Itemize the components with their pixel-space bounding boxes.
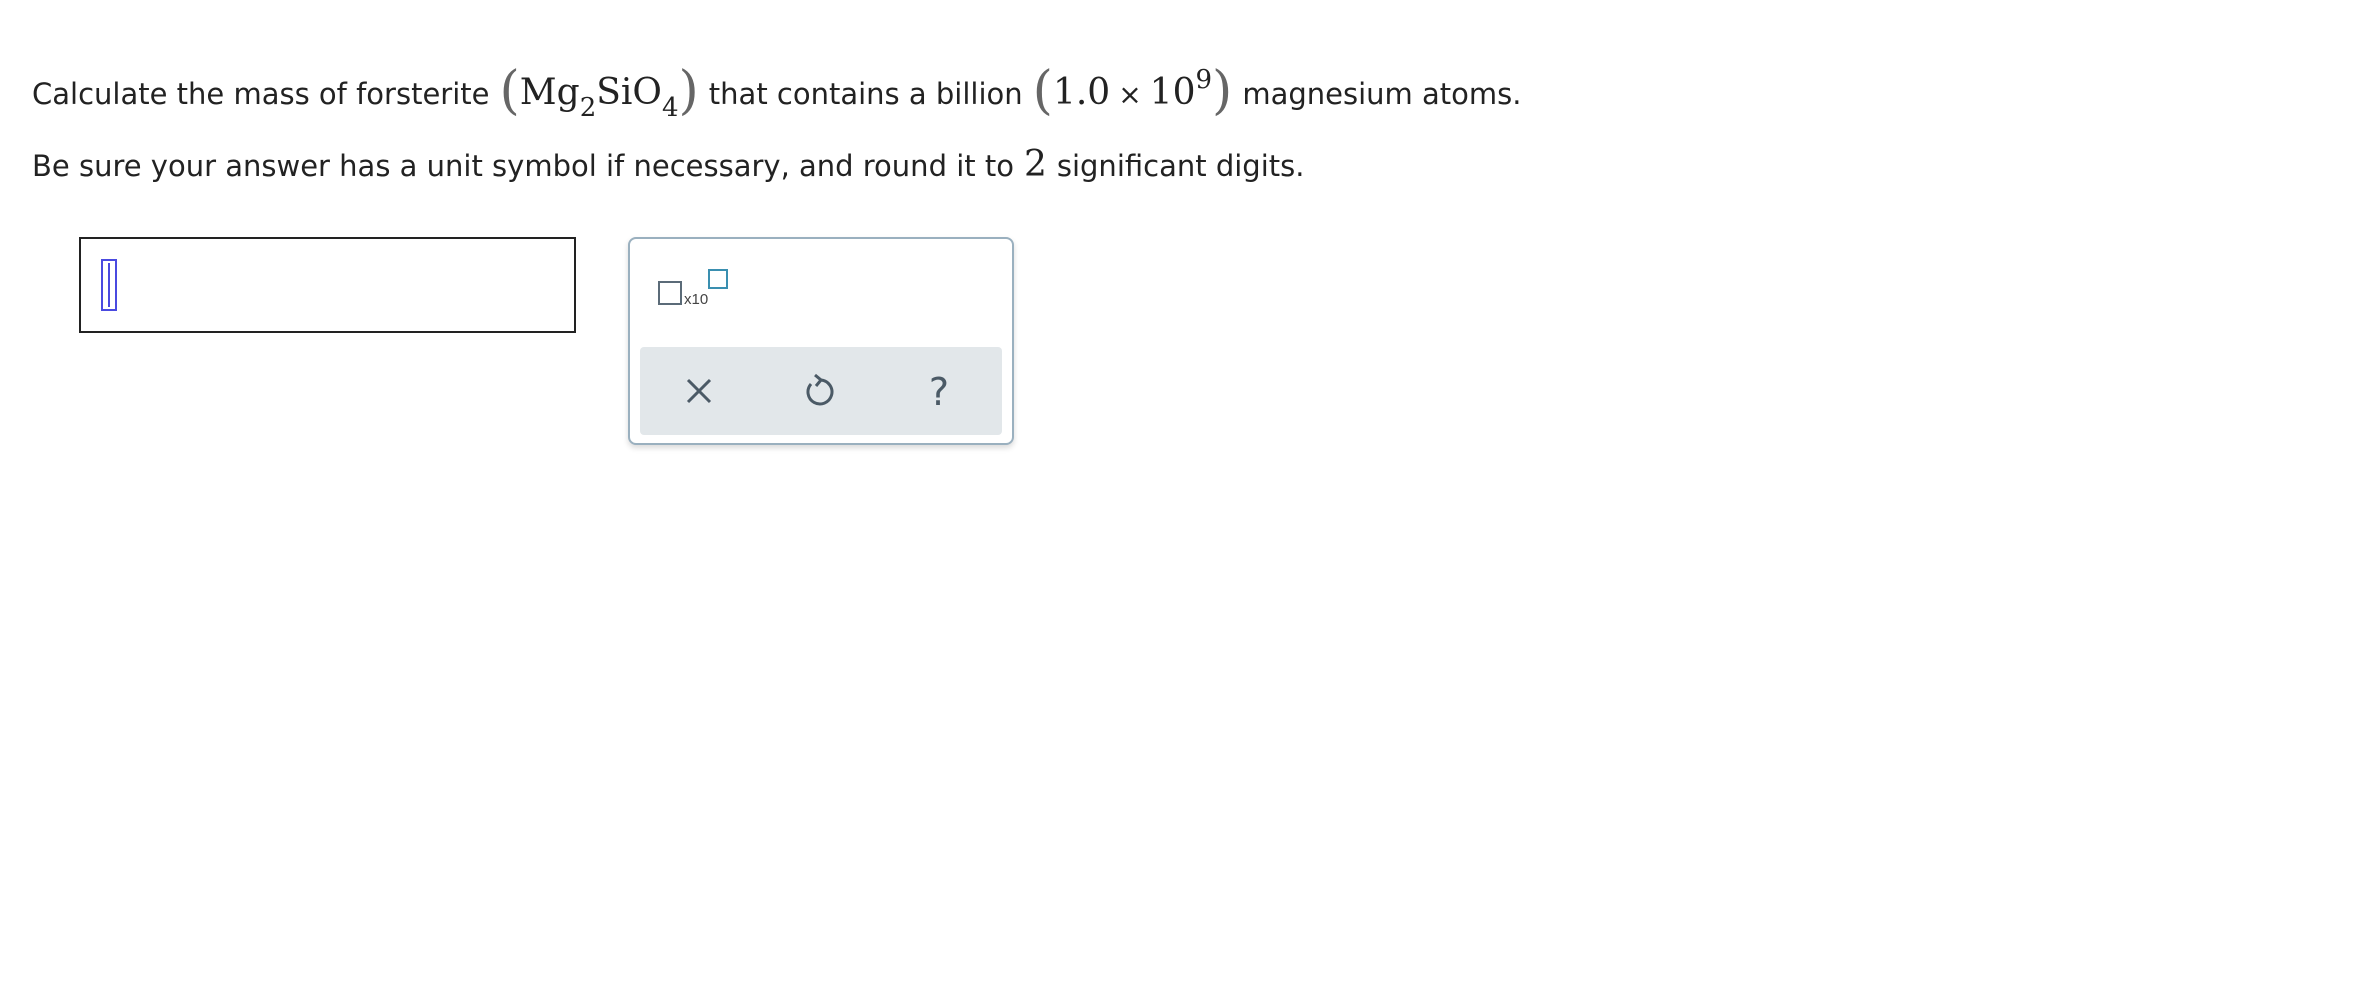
instruction-suffix: significant digits. bbox=[1056, 149, 1305, 183]
answer-tool-panel: x10 ? bbox=[628, 237, 1014, 445]
question-line-2: Be sure your answer has a unit symbol if… bbox=[32, 140, 1304, 190]
open-paren: ( bbox=[499, 61, 520, 121]
question-line-1: Calculate the mass of forsterite (Mg2SiO4… bbox=[32, 50, 1522, 123]
svg-text:?: ? bbox=[929, 370, 949, 414]
number-mantissa: 1.0 bbox=[1052, 72, 1111, 113]
close-paren: ) bbox=[678, 61, 699, 121]
text-cursor bbox=[101, 259, 117, 311]
significant-digits-count: 2 bbox=[1023, 144, 1047, 185]
open-paren-number: ( bbox=[1032, 61, 1053, 121]
number-base: 10 bbox=[1149, 72, 1196, 113]
close-paren-number: ) bbox=[1212, 61, 1233, 121]
clear-button[interactable] bbox=[675, 367, 723, 415]
formula-mg: Mg bbox=[519, 72, 580, 113]
number-billion: 1.0 × 109 bbox=[1052, 65, 1212, 113]
sci-notation-label: x10 bbox=[684, 291, 709, 308]
times-symbol: × bbox=[1118, 78, 1142, 111]
question-prefix: Calculate the mass of forsterite bbox=[32, 77, 490, 111]
scientific-notation-button[interactable]: x10 bbox=[658, 269, 730, 319]
undo-icon bbox=[806, 373, 834, 406]
action-bar: ? bbox=[640, 347, 1002, 435]
formula-mg-subscript: 2 bbox=[579, 93, 597, 123]
base-box-icon bbox=[658, 281, 682, 305]
undo-button[interactable] bbox=[795, 367, 843, 415]
formula-sio: SiO bbox=[596, 72, 662, 113]
instruction-prefix: Be sure your answer has a unit symbol if… bbox=[32, 149, 1014, 183]
formula-forsterite: Mg2SiO4 bbox=[519, 72, 679, 123]
question-suffix: magnesium atoms. bbox=[1242, 77, 1522, 111]
formula-sio-subscript: 4 bbox=[661, 93, 679, 123]
exponent-box-icon bbox=[708, 269, 728, 289]
help-icon: ? bbox=[929, 370, 949, 414]
question-middle: that contains a billion bbox=[708, 77, 1023, 111]
help-button[interactable]: ? bbox=[915, 367, 963, 415]
number-exponent: 9 bbox=[1195, 65, 1213, 95]
answer-input[interactable] bbox=[79, 237, 576, 333]
close-icon bbox=[686, 378, 712, 404]
